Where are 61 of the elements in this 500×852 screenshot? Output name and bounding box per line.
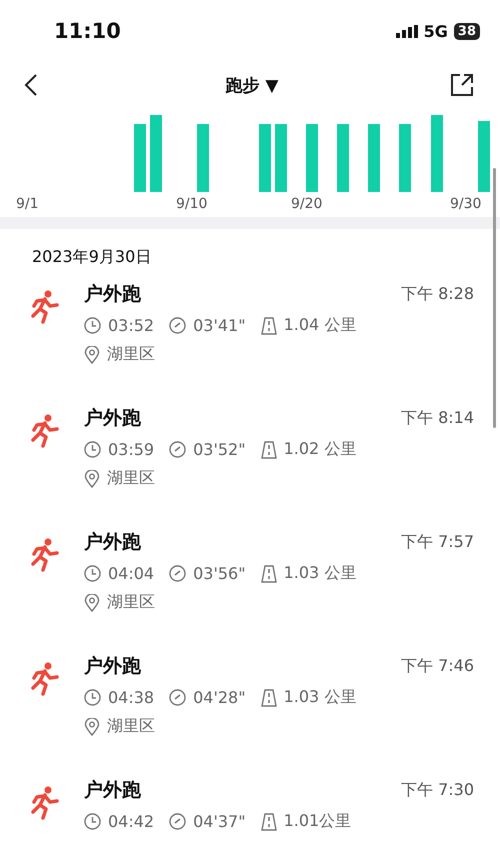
location-name: 湖里区: [107, 716, 155, 737]
gauge-icon: [169, 689, 186, 706]
clock-icon: [84, 441, 101, 458]
pace-value: 04'28": [193, 688, 246, 707]
gauge-icon: [169, 565, 186, 582]
distance-value: 1.03 公里: [284, 687, 356, 708]
activity-type: 户外跑: [84, 654, 141, 679]
road-icon: [260, 812, 277, 830]
location-name: 湖里区: [107, 344, 155, 365]
distance-value: 1.02 公里: [284, 439, 356, 460]
gauge-icon: [169, 317, 186, 334]
date-label: 9/20: [291, 196, 322, 212]
activity-time: 下午 7:46: [400, 656, 474, 676]
clock-icon: [84, 813, 101, 830]
location-name: 湖里区: [107, 592, 155, 613]
back-icon[interactable]: [24, 73, 38, 97]
distance-value: 1.03 公里: [284, 563, 356, 584]
road-icon: [260, 688, 277, 706]
activity-type: 户外跑: [84, 778, 141, 803]
road-icon: [260, 440, 277, 458]
duration-value: 03:59: [108, 440, 154, 459]
activity-type: 户外跑: [84, 282, 141, 307]
pace-value: 03'41": [193, 316, 246, 335]
pace-value: 03'52": [193, 440, 246, 459]
pace-value: 04'37": [193, 812, 246, 831]
distance-value: 1.04 公里: [284, 315, 356, 336]
location-pin-icon: [84, 470, 100, 488]
gauge-icon: [169, 441, 186, 458]
clock-icon: [84, 317, 101, 334]
clock-icon: [84, 565, 101, 582]
activity-time: 下午 8:14: [400, 408, 474, 428]
duration-value: 03:52: [108, 316, 154, 335]
date-label: 9/1: [16, 196, 39, 212]
activity-time: 下午 8:28: [400, 284, 474, 304]
distance-value: 1.01公里: [284, 811, 352, 832]
location-pin-icon: [84, 594, 100, 612]
date-label: 9/10: [176, 196, 208, 212]
gauge-icon: [169, 813, 186, 830]
activity-time: 下午 7:30: [400, 780, 474, 800]
road-icon: [260, 564, 277, 582]
share-icon[interactable]: [450, 73, 474, 97]
sport-selector[interactable]: 跑步 ▼: [210, 74, 278, 96]
signal-icon: [396, 24, 418, 38]
date-header: 2023年9月30日: [31, 246, 152, 268]
network-label: 5G: [424, 22, 448, 40]
scrollbar[interactable]: [493, 168, 496, 428]
battery-level: 38: [454, 22, 480, 40]
status-time: 11:10: [54, 19, 121, 43]
activity-type: 户外跑: [84, 530, 141, 555]
date-label: 9/30: [450, 196, 482, 212]
duration-value: 04:04: [108, 564, 154, 583]
clock-icon: [84, 689, 101, 706]
activity-time: 下午 7:57: [400, 532, 474, 552]
pace-value: 03'56": [193, 564, 246, 583]
activity-type: 户外跑: [84, 406, 141, 431]
location-pin-icon: [84, 718, 100, 736]
road-icon: [260, 316, 277, 334]
duration-value: 04:42: [108, 812, 154, 831]
location-pin-icon: [84, 346, 100, 364]
location-name: 湖里区: [107, 468, 155, 489]
duration-value: 04:38: [108, 688, 154, 707]
